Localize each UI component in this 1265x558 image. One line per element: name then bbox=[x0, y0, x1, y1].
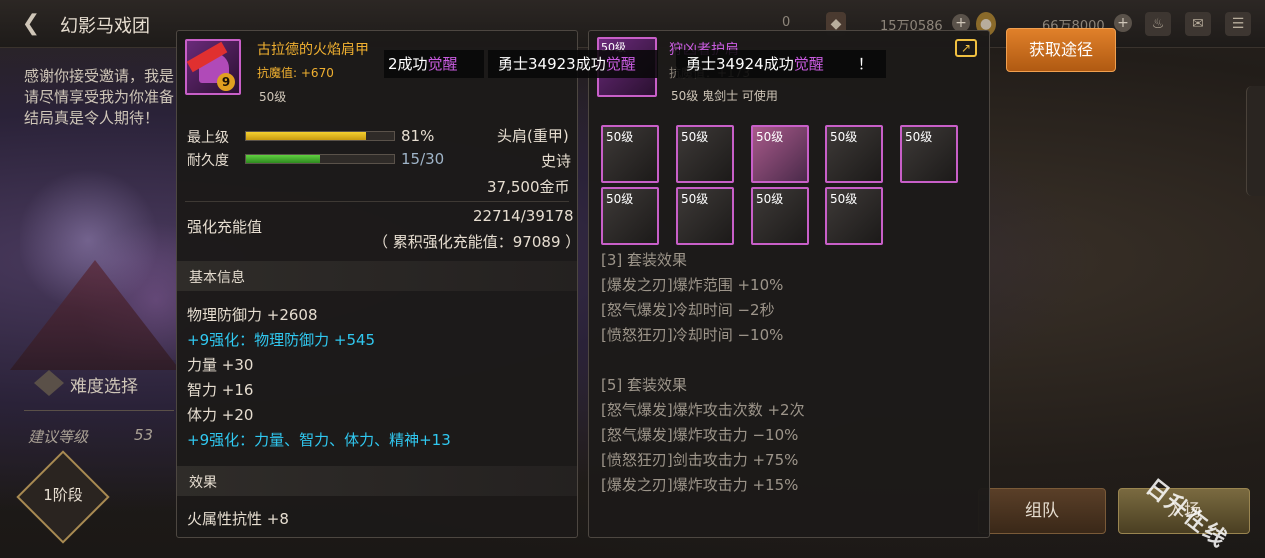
separator bbox=[185, 201, 569, 202]
stage-label: 1阶段 bbox=[43, 486, 83, 504]
set-slot-level: 50级 bbox=[606, 192, 634, 206]
set-slot-level: 50级 bbox=[681, 130, 709, 144]
resist-value: +670 bbox=[300, 66, 334, 80]
stat-line: 物理防御力 +2608 bbox=[187, 306, 318, 324]
effect-header-text: 效果 bbox=[189, 475, 217, 491]
difficulty-select-label[interactable]: 难度选择 bbox=[70, 372, 138, 397]
item-level: 50级 bbox=[259, 90, 287, 104]
broadcast-text: 勇士34924成功 bbox=[686, 55, 794, 73]
broadcast-trail: ！ bbox=[857, 55, 873, 73]
basic-info-header: 基本信息 bbox=[177, 261, 577, 291]
set-slot-level: 50级 bbox=[905, 130, 933, 144]
item-tooltip-right: 50级 狩凶者护肩 抗魔值：+173 50级 鬼剑士 可使用 ↗ 50级 50级… bbox=[588, 30, 990, 538]
set-slot-level: 50级 bbox=[681, 192, 709, 206]
currency-1-value: 0 bbox=[782, 15, 791, 30]
stat-line: 力量 +30 bbox=[187, 356, 254, 374]
set-slot[interactable]: 50级 bbox=[900, 125, 958, 183]
broadcast-message: 2成功觉醒 bbox=[384, 50, 484, 78]
set-slot[interactable]: 50级 bbox=[825, 187, 883, 245]
broadcast-awaken: 觉醒 bbox=[605, 55, 636, 73]
enhance-level-badge: 9 bbox=[217, 73, 235, 91]
set-effect-line: [愤怒狂刃]剑击攻击力 +75% bbox=[601, 451, 799, 469]
item-tooltip-left: 9 古拉德的火焰肩甲 抗魔值: +670 50级 最上级 81% 头肩(重甲) … bbox=[176, 30, 578, 538]
set-effect-line: [爆发之刃]爆炸攻击力 +15% bbox=[601, 476, 799, 494]
intro-line: 结局真是令人期待！ bbox=[24, 109, 160, 127]
set-slot[interactable]: 50级 bbox=[601, 125, 659, 183]
stat-line-enhance: +9强化：力量、智力、体力、精神+13 bbox=[187, 431, 451, 449]
set-slot[interactable]: 50级 bbox=[825, 125, 883, 183]
chat-icon[interactable]: ☰ bbox=[1225, 12, 1251, 36]
back-arrow-icon[interactable]: ❮ bbox=[14, 10, 48, 38]
recommended-level-value: 53 bbox=[134, 426, 154, 444]
set-effect-line: [3] 套装效果 bbox=[601, 251, 688, 269]
durability-bar bbox=[245, 154, 395, 164]
set-slot[interactable]: 50级 bbox=[601, 187, 659, 245]
basic-info-header-text: 基本信息 bbox=[189, 270, 245, 286]
intro-line: 请尽情享受我为你准备 bbox=[24, 88, 175, 106]
set-effect-line: [怒气爆发]爆炸攻击力 −10% bbox=[601, 426, 799, 444]
durability-label: 耐久度 bbox=[187, 153, 229, 169]
resist-label-text: 抗魔值 bbox=[257, 66, 294, 80]
set-slot[interactable]: 50级 bbox=[751, 187, 809, 245]
durability-value: 15/30 bbox=[401, 150, 445, 168]
item-rarity: 史诗 bbox=[541, 152, 572, 170]
durability-bar-fill bbox=[246, 155, 320, 163]
side-tab[interactable] bbox=[1246, 86, 1265, 196]
item-price: 37,500金币 bbox=[487, 178, 570, 196]
stat-line: 智力 +16 bbox=[187, 381, 254, 399]
currency-3-add-button[interactable]: + bbox=[1114, 14, 1132, 32]
set-effect-line: [爆发之刃]爆炸范围 +10% bbox=[601, 276, 784, 294]
set-slot-active[interactable]: 50级 bbox=[751, 125, 809, 183]
mail-icon[interactable]: ✉ bbox=[1185, 12, 1211, 36]
shoulder-armor-icon: 9 bbox=[185, 39, 241, 95]
set-slot-level: 50级 bbox=[756, 130, 784, 144]
broadcast-message: 勇士34924成功觉醒 ！ bbox=[676, 50, 886, 78]
effect-line: 火属性抗性 +8 bbox=[187, 510, 289, 528]
resist-label: 抗魔值: +670 bbox=[257, 66, 334, 80]
divider bbox=[24, 410, 174, 411]
broadcast-text: 2成功 bbox=[388, 55, 428, 73]
effect-header: 效果 bbox=[177, 466, 577, 496]
set-effect-line: [愤怒狂刃]冷却时间 −10% bbox=[601, 326, 784, 344]
charge-label: 强化充能值 bbox=[187, 218, 263, 236]
intro-text: 感谢你接受邀请，我是 请尽情享受我为你准备 结局真是令人期待！ bbox=[24, 66, 184, 129]
share-icon[interactable]: ↗ bbox=[955, 39, 977, 57]
item-slot: 头肩(重甲) bbox=[497, 127, 569, 145]
set-effect-line: [怒气爆发]爆炸攻击次数 +2次 bbox=[601, 401, 805, 419]
stat-line-enhance: +9强化：物理防御力 +545 bbox=[187, 331, 376, 349]
max-level-pct: 81% bbox=[401, 127, 435, 145]
scene-title: 幻影马戏团 bbox=[60, 16, 150, 37]
broadcast-awaken: 觉醒 bbox=[793, 55, 824, 73]
pot-icon[interactable]: ♨ bbox=[1145, 12, 1171, 36]
team-button[interactable]: 组队 bbox=[978, 488, 1106, 534]
obtain-method-button[interactable]: 获取途径 bbox=[1006, 28, 1116, 72]
set-slot-level: 50级 bbox=[830, 192, 858, 206]
set-slot[interactable]: 50级 bbox=[676, 187, 734, 245]
set-slot-level: 50级 bbox=[830, 130, 858, 144]
set-effect-line: [怒气爆发]冷却时间 −2秒 bbox=[601, 301, 775, 319]
intro-line: 感谢你接受邀请，我是 bbox=[24, 67, 175, 85]
max-level-bar bbox=[245, 131, 395, 141]
recommended-level-label: 建议等级 bbox=[28, 428, 89, 446]
max-level-label: 最上级 bbox=[187, 130, 229, 146]
set-slot-level: 50级 bbox=[606, 130, 634, 144]
broadcast-text: 勇士34923成功 bbox=[498, 55, 606, 73]
item-name: 古拉德的火焰肩甲 bbox=[257, 42, 369, 58]
broadcast-message: 勇士34923成功觉醒 bbox=[488, 50, 658, 78]
broadcast-awaken: 觉醒 bbox=[427, 55, 458, 73]
set-slot[interactable]: 50级 bbox=[676, 125, 734, 183]
set-slot-level: 50级 bbox=[756, 192, 784, 206]
charge-value: 22714/39178 bbox=[473, 207, 574, 225]
level-class: 50级 鬼剑士 可使用 bbox=[671, 89, 778, 103]
max-level-bar-fill bbox=[246, 132, 366, 140]
charge-total: （ 累积强化充能值：97089 ） bbox=[373, 233, 578, 251]
stat-line: 体力 +20 bbox=[187, 406, 254, 424]
set-effect-line: [5] 套装效果 bbox=[601, 376, 688, 394]
